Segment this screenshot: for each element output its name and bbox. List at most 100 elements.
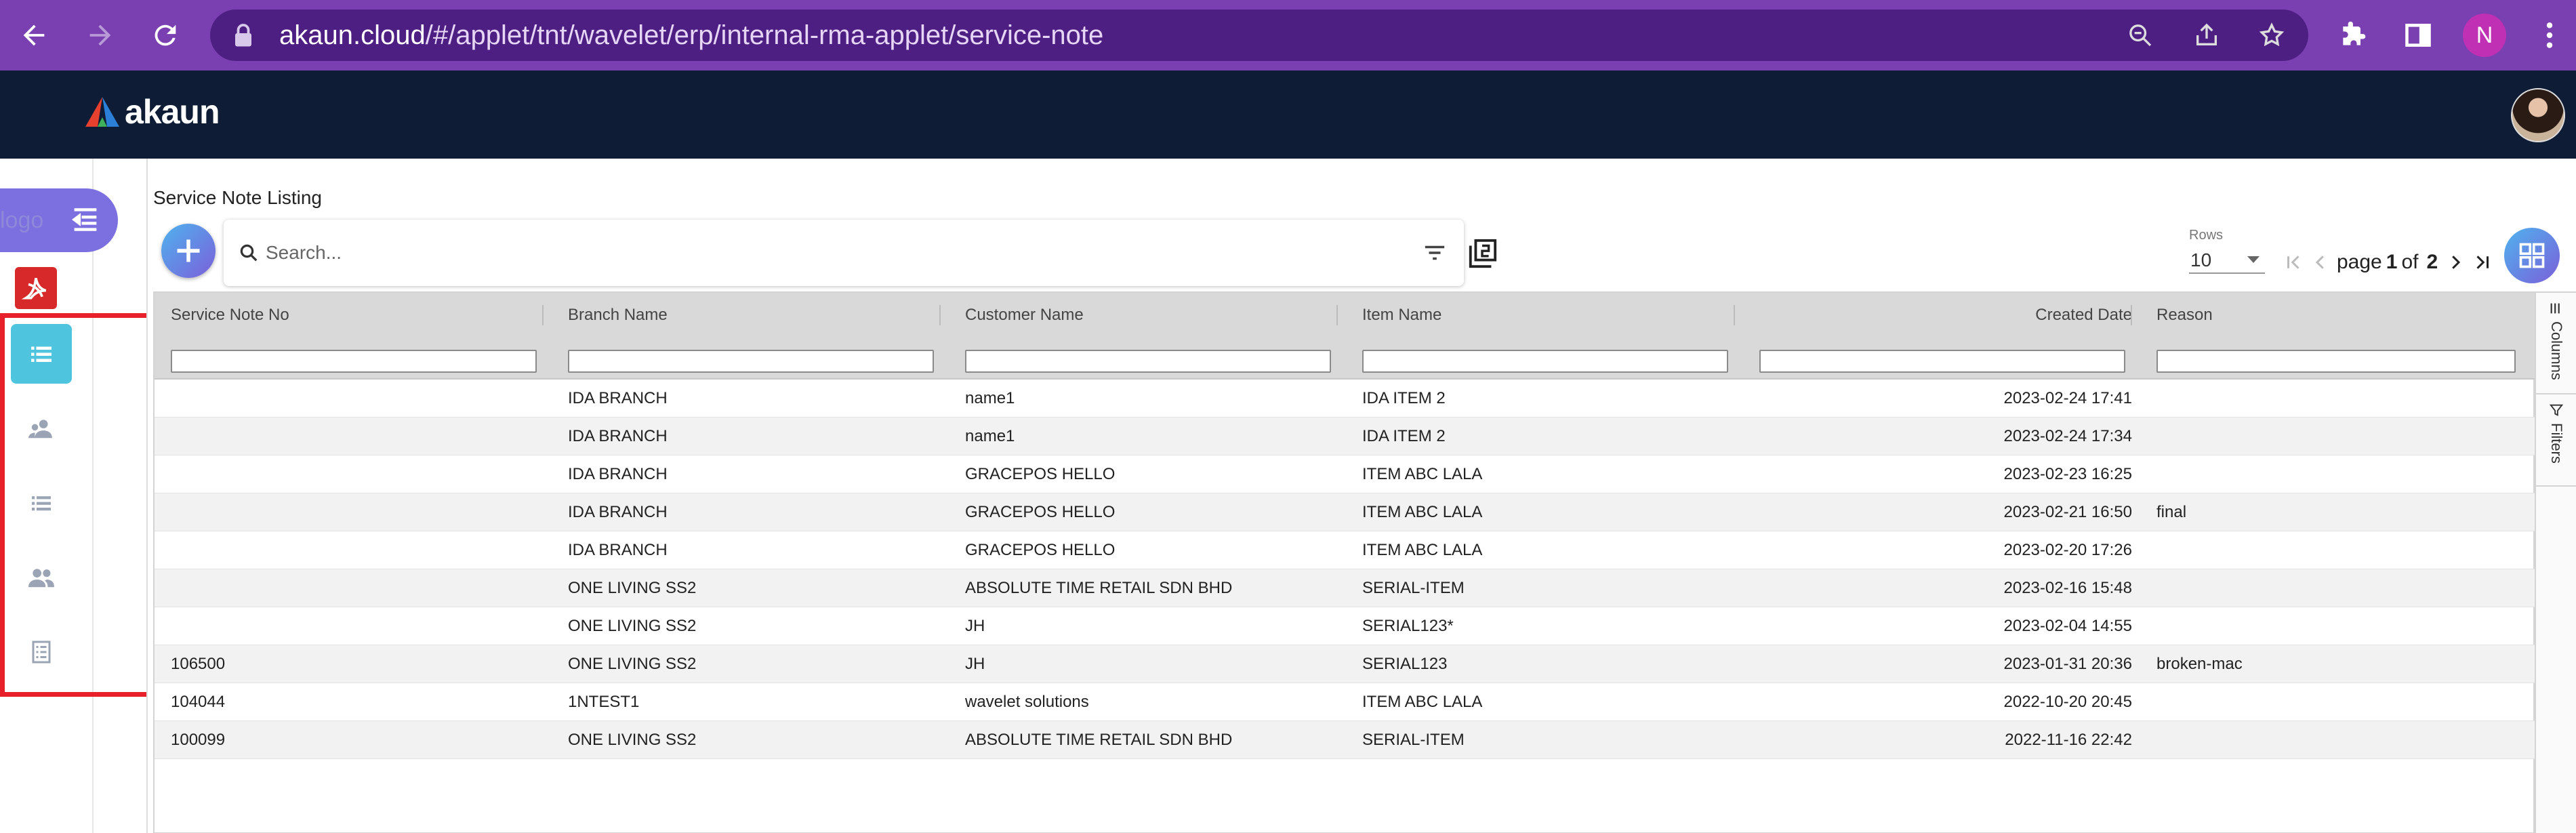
- cell-branch-name: ONE LIVING SS2: [568, 731, 697, 749]
- cell-item-name: ITEM ABC LALA: [1362, 693, 1483, 711]
- page-current: 1: [2386, 251, 2398, 273]
- grid-icon: [2519, 243, 2545, 268]
- search-box[interactable]: [224, 220, 1464, 286]
- lock-icon: [235, 24, 251, 47]
- arrow-right-icon: [89, 24, 111, 46]
- star-icon[interactable]: [2258, 22, 2285, 49]
- table-row[interactable]: 100099 ONE LIVING SS2 ABSOLUTE TIME RETAIL…: [155, 721, 2535, 759]
- rows-select[interactable]: 10: [2189, 247, 2265, 274]
- column-header-created-date[interactable]: Created Date: [2035, 293, 2132, 338]
- column-header-reason[interactable]: Reason: [2156, 293, 2213, 338]
- cell-created-date: 2023-02-16 15:48: [2003, 579, 2133, 597]
- cell-item-name: SERIAL123*: [1362, 617, 1454, 635]
- prev-page-button[interactable]: [2307, 249, 2334, 276]
- cell-customer-name: GRACEPOS HELLO: [965, 465, 1116, 483]
- columns-tab[interactable]: Columns: [2536, 293, 2576, 394]
- cell-reason: broken-mac: [2156, 655, 2243, 673]
- plus-icon: [177, 239, 200, 262]
- column-separator[interactable]: [939, 305, 941, 325]
- cell-item-name: SERIAL-ITEM: [1362, 731, 1465, 749]
- filter-funnel-icon: [2549, 404, 2564, 416]
- cell-item-name: ITEM ABC LALA: [1362, 541, 1483, 559]
- cell-branch-name: IDA BRANCH: [568, 465, 668, 483]
- cell-branch-name: ONE LIVING SS2: [568, 617, 697, 635]
- more-menu-icon[interactable]: [2531, 16, 2569, 54]
- reload-button[interactable]: [144, 14, 187, 57]
- highlight-annotation: [0, 313, 167, 697]
- profile-avatar[interactable]: N: [2463, 14, 2506, 57]
- chevron-left-icon: [2315, 256, 2324, 269]
- filter-service-note-no[interactable]: [171, 350, 537, 373]
- main-content: Service Note Listing Rows 10 page 1 of 2…: [146, 159, 2576, 833]
- next-page-button[interactable]: [2442, 249, 2469, 276]
- first-page-icon: [2287, 256, 2299, 269]
- cell-branch-name: IDA BRANCH: [568, 503, 668, 521]
- table-row[interactable]: ONE LIVING SS2 ABSOLUTE TIME RETAIL SDN B…: [155, 569, 2535, 607]
- table-row[interactable]: 106500 ONE LIVING SS2 JH SERIAL123 2023-01-3…: [155, 645, 2535, 683]
- user-avatar[interactable]: [2511, 88, 2565, 142]
- column-header-service-note-no[interactable]: Service Note No: [171, 293, 289, 338]
- copy-icon[interactable]: [1467, 237, 1498, 270]
- arrow-left-icon: [23, 24, 45, 46]
- table-row[interactable]: ONE LIVING SS2 JH SERIAL123* 2023-02-04 14:…: [155, 607, 2535, 645]
- address-bar[interactable]: akaun.cloud/#/applet/tnt/wavelet/erp/int…: [210, 9, 2308, 61]
- columns-tab-label: Columns: [2548, 321, 2565, 380]
- data-grid: Service Note No Branch Name Customer Nam…: [153, 291, 2535, 833]
- table-row[interactable]: IDA BRANCH GRACEPOS HELLO ITEM ABC LALA 202…: [155, 493, 2535, 531]
- last-page-icon: [2476, 256, 2489, 269]
- cell-branch-name: 1NTEST1: [568, 693, 640, 711]
- cell-created-date: 2023-02-21 16:50: [2003, 503, 2133, 521]
- filter-icon[interactable]: [1423, 243, 1446, 263]
- table-row[interactable]: IDA BRANCH name1 IDA ITEM 2 2023-02-24 17:4…: [155, 380, 2535, 418]
- column-header-customer-name[interactable]: Customer Name: [965, 293, 1084, 338]
- columns-icon: [2550, 303, 2560, 314]
- column-separator[interactable]: [1734, 305, 1735, 325]
- table-row[interactable]: IDA BRANCH GRACEPOS HELLO ITEM ABC LALA 202…: [155, 455, 2535, 493]
- cell-customer-name: GRACEPOS HELLO: [965, 541, 1116, 559]
- first-page-button[interactable]: [2280, 249, 2307, 276]
- filters-tab[interactable]: Filters: [2536, 394, 2576, 487]
- cell-created-date: 2023-01-31 20:36: [2003, 655, 2133, 673]
- column-separator[interactable]: [2131, 305, 2132, 325]
- column-header-branch-name[interactable]: Branch Name: [568, 293, 668, 338]
- sidebar-toggle-icon[interactable]: [2399, 16, 2437, 54]
- cell-branch-name: IDA BRANCH: [568, 427, 668, 445]
- back-button[interactable]: [12, 14, 56, 57]
- filter-created-date[interactable]: [1759, 350, 2125, 373]
- forward-button[interactable]: [79, 14, 122, 57]
- app-header: akaun: [0, 70, 2576, 159]
- column-header-item-name[interactable]: Item Name: [1362, 293, 1442, 338]
- filters-tab-label: Filters: [2548, 423, 2565, 464]
- page-title: Service Note Listing: [153, 187, 323, 208]
- cell-branch-name: ONE LIVING SS2: [568, 655, 697, 673]
- filter-branch-name[interactable]: [568, 350, 934, 373]
- brand-logo[interactable]: akaun: [84, 92, 220, 131]
- cell-customer-name: ABSOLUTE TIME RETAIL SDN BHD: [965, 731, 1233, 749]
- add-button[interactable]: [161, 224, 216, 278]
- reload-icon: [155, 24, 176, 46]
- zoom-icon[interactable]: [2127, 22, 2154, 49]
- rail-toggle-button[interactable]: logo: [0, 188, 118, 252]
- table-row[interactable]: IDA BRANCH GRACEPOS HELLO ITEM ABC LALA 202…: [155, 531, 2535, 569]
- column-separator[interactable]: [542, 305, 544, 325]
- akaun-logo-icon: [85, 97, 119, 127]
- url-text: akaun.cloud/#/applet/tnt/wavelet/erp/int…: [279, 20, 1104, 50]
- table-row[interactable]: IDA BRANCH name1 IDA ITEM 2 2023-02-24 17:3…: [155, 418, 2535, 455]
- filter-reason[interactable]: [2156, 350, 2516, 373]
- search-input[interactable]: [266, 235, 1350, 271]
- cell-customer-name: ABSOLUTE TIME RETAIL SDN BHD: [965, 579, 1233, 597]
- filter-item-name[interactable]: [1362, 350, 1728, 373]
- last-page-button[interactable]: [2469, 249, 2496, 276]
- applet-icon[interactable]: [15, 267, 57, 309]
- extensions-icon[interactable]: [2334, 16, 2372, 54]
- filter-customer-name[interactable]: [965, 350, 1331, 373]
- cell-created-date: 2022-11-16 22:42: [2005, 731, 2132, 749]
- grid-header: Service Note No Branch Name Customer Nam…: [155, 293, 2535, 338]
- cell-customer-name: name1: [965, 389, 1015, 407]
- grid-view-button[interactable]: [2504, 228, 2560, 283]
- table-row[interactable]: 104044 1NTEST1 wavelet solutions ITEM ABC L…: [155, 683, 2535, 721]
- share-icon[interactable]: [2193, 22, 2220, 49]
- cell-item-name: IDA ITEM 2: [1362, 389, 1446, 407]
- column-separator[interactable]: [1336, 305, 1338, 325]
- cell-created-date: 2022-10-20 20:45: [2003, 693, 2133, 711]
